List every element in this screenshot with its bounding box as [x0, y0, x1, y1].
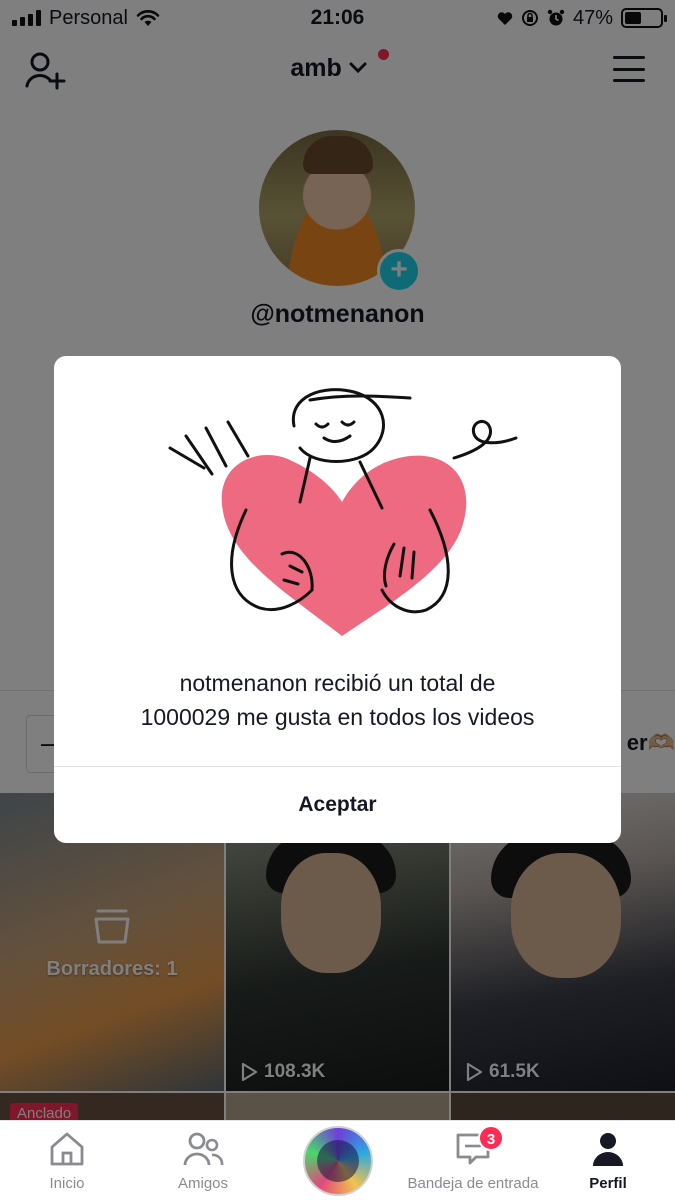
likes-message-line2: 1000029 me gusta en todos los videos [140, 704, 535, 730]
center-thumbnail [303, 1126, 373, 1196]
nav-home-label: Inicio [49, 1175, 85, 1192]
nav-friends[interactable]: Amigos [158, 1121, 248, 1200]
friends-icon [183, 1132, 224, 1166]
nav-profile-label: Perfil [589, 1175, 627, 1192]
nav-inbox[interactable]: 3 Bandeja de entrada [392, 1121, 554, 1200]
likes-message: notmenanon recibió un total de 1000029 m… [54, 666, 621, 734]
nav-inbox-label: Bandeja de entrada [407, 1175, 539, 1192]
likes-modal: notmenanon recibió un total de 1000029 m… [54, 356, 621, 843]
nav-create[interactable] [300, 1121, 376, 1200]
nav-profile[interactable]: Perfil [566, 1121, 650, 1200]
likes-message-line1: notmenanon recibió un total de [179, 670, 496, 696]
home-icon [50, 1132, 84, 1166]
nav-friends-label: Amigos [177, 1175, 229, 1192]
profile-icon [593, 1133, 623, 1166]
accept-button[interactable]: Aceptar [54, 767, 621, 843]
nav-home[interactable]: Inicio [22, 1121, 112, 1200]
heart-hug-illustration [168, 388, 518, 636]
bottom-nav: Inicio Amigos 3 Bandeja de entrada Perfi… [0, 1120, 675, 1200]
inbox-badge: 3 [478, 1125, 504, 1151]
